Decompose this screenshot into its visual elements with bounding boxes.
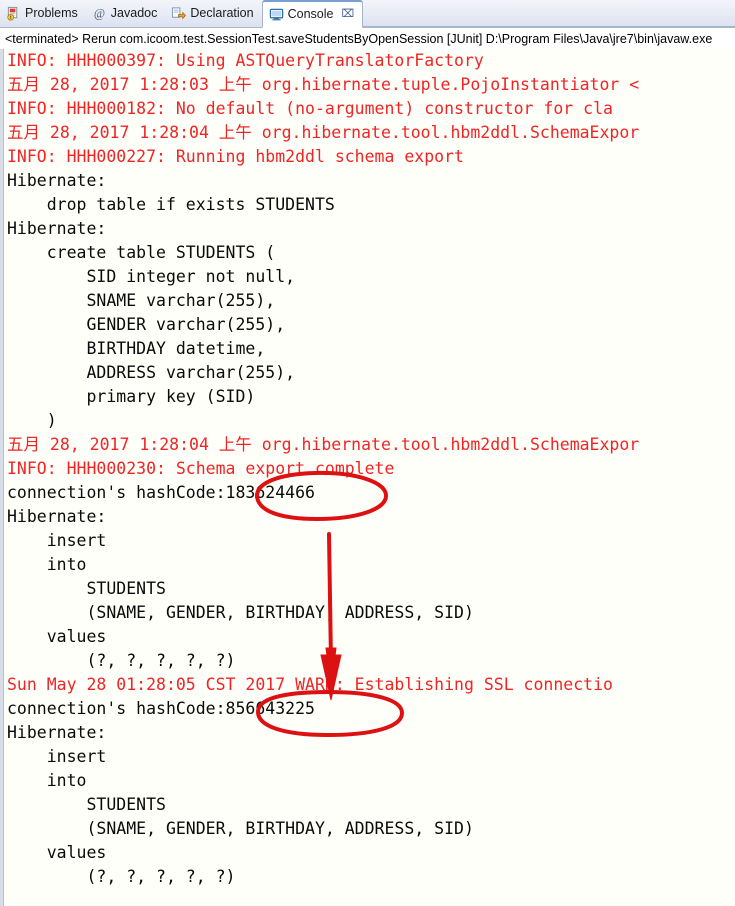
console-line: Hibernate: [7, 219, 117, 238]
console-line: (?, ?, ?, ?, ?) [7, 867, 236, 886]
console-line: ) [7, 411, 57, 430]
console-line: (SNAME, GENDER, BIRTHDAY, ADDRESS, SID) [7, 819, 484, 838]
console-line: Hibernate: [7, 171, 117, 190]
console-line: BIRTHDAY datetime, [7, 339, 266, 358]
console-monitor-icon [269, 7, 284, 22]
console-line: connection's hashCode:856643225 [7, 699, 315, 718]
tab-javadoc-label: Javadoc [110, 6, 158, 21]
console-line: Hibernate: [7, 723, 117, 742]
tab-declaration[interactable]: Declaration [165, 0, 261, 27]
console-line: values [7, 843, 107, 862]
svg-text:@: @ [94, 6, 105, 20]
tab-console[interactable]: Console ⌧ [261, 0, 364, 28]
console-line: 五月 28, 2017 1:28:03 上午 org.hibernate.tup… [7, 75, 640, 94]
console-line: STUDENTS [7, 579, 166, 598]
tab-problems[interactable]: Problems [0, 0, 86, 27]
console-line: insert [7, 747, 117, 766]
console-line: INFO: HHH000227: Running hbm2ddl schema … [7, 147, 464, 166]
console-left-gutter [3, 49, 4, 906]
console-view-root: Problems @ Javadoc Declaration Console ⌧… [0, 0, 735, 906]
console-output-area[interactable]: INFO: HHH000397: Using ASTQueryTranslato… [0, 49, 735, 906]
view-tab-bar: Problems @ Javadoc Declaration Console ⌧ [0, 0, 735, 28]
tab-javadoc[interactable]: @ Javadoc [86, 0, 166, 27]
console-line: (SNAME, GENDER, BIRTHDAY, ADDRESS, SID) [7, 603, 484, 622]
javadoc-at-icon: @ [92, 6, 107, 21]
console-line: (?, ?, ?, ?, ?) [7, 651, 236, 670]
console-line: SID integer not null, [7, 267, 296, 286]
console-line-list: INFO: HHH000397: Using ASTQueryTranslato… [7, 49, 639, 889]
console-line: 五月 28, 2017 1:28:04 上午 org.hibernate.too… [7, 123, 640, 142]
tab-console-label: Console [287, 7, 334, 22]
console-line: INFO: HHH000182: No default (no-argument… [7, 99, 613, 118]
console-line: insert [7, 531, 117, 550]
launch-terminated-header: <terminated> Rerun com.icoom.test.Sessio… [0, 28, 735, 49]
tab-problems-label: Problems [25, 6, 78, 21]
console-line: connection's hashCode:183624466 [7, 483, 315, 502]
console-line: Hibernate: [7, 507, 117, 526]
close-icon[interactable]: ⌧ [341, 9, 354, 20]
problems-icon [6, 6, 21, 21]
declaration-icon [171, 6, 187, 21]
console-line: Sun May 28 01:28:05 CST 2017 WARN: Estab… [7, 675, 613, 694]
console-line: create table STUDENTS ( [7, 243, 276, 262]
console-line: 五月 28, 2017 1:28:04 上午 org.hibernate.too… [7, 435, 640, 454]
console-line: drop table if exists STUDENTS [7, 195, 335, 214]
console-line: primary key (SID) [7, 387, 256, 406]
console-line: values [7, 627, 107, 646]
console-line: into [7, 555, 87, 574]
console-line: STUDENTS [7, 795, 166, 814]
console-line: GENDER varchar(255), [7, 315, 286, 334]
console-line: ADDRESS varchar(255), [7, 363, 296, 382]
tab-declaration-label: Declaration [190, 6, 254, 21]
tab-bar-filler [363, 0, 735, 27]
console-line: into [7, 771, 87, 790]
console-line: INFO: HHH000230: Schema export complete [7, 459, 395, 478]
console-line: INFO: HHH000397: Using ASTQueryTranslato… [7, 51, 484, 70]
console-line: SNAME varchar(255), [7, 291, 276, 310]
